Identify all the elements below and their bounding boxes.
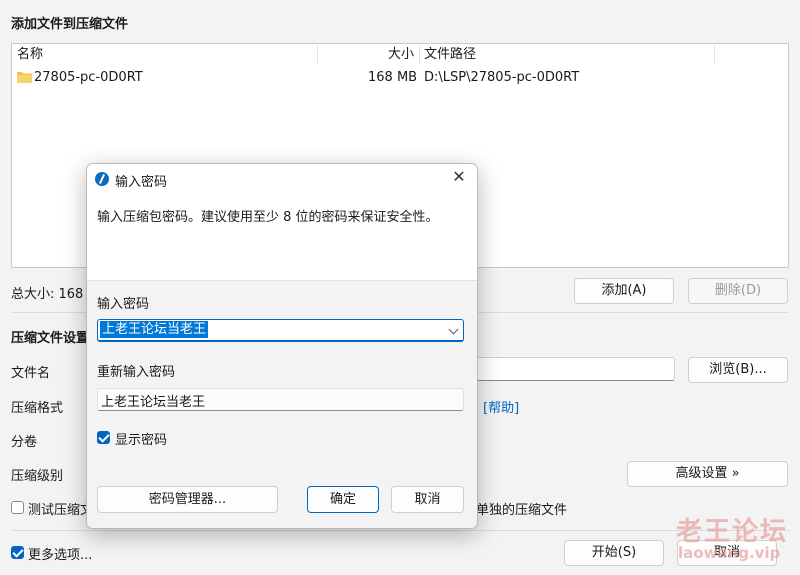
dialog-title: 输入密码 [115,175,168,190]
column-divider [419,46,420,64]
settings-title: 压缩文件设置 [11,331,90,346]
column-header-path[interactable]: 文件路径 [424,44,476,66]
filename-label: 文件名 [11,366,51,381]
more-options-checkbox[interactable] [11,546,24,559]
chevron-down-icon[interactable] [448,324,459,335]
file-path-cell: D:\LSP\27805-pc-0D0RT [424,70,580,85]
show-password-label[interactable]: 显示密码 [115,429,167,448]
column-header-size[interactable]: 大小 [388,44,414,66]
watermark-text: 老王论坛 [676,517,789,547]
dialog-cancel-button[interactable]: 取消 [391,486,464,513]
test-archive-checkbox[interactable] [11,501,24,514]
folder-icon [17,72,32,83]
show-password-checkbox[interactable] [97,431,110,444]
ok-button[interactable]: 确定 [307,486,379,513]
browse-button[interactable]: 浏览(B)... [688,357,788,383]
level-label: 压缩级别 [11,469,64,484]
password-dialog: 输入密码 ✕ 输入压缩包密码。建议使用至少 8 位的密码来保证安全性。 输入密码… [86,163,478,529]
dialog-description: 输入压缩包密码。建议使用至少 8 位的密码来保证安全性。 [97,210,439,225]
help-link[interactable]: [帮助] [483,397,519,416]
password-combobox[interactable]: 上老王论坛当老王 [97,319,464,342]
divider [11,530,789,531]
reenter-password-label: 重新输入密码 [97,365,176,380]
file-name-cell[interactable]: 27805-pc-0D0RT [34,68,143,88]
app-icon [95,172,109,186]
add-button[interactable]: 添加(A) [574,278,674,304]
column-divider [317,46,318,64]
test-archive-label: 测试压缩文 [28,503,94,518]
column-header-name[interactable]: 名称 [17,44,43,66]
password-label: 输入密码 [97,297,150,312]
file-size-cell: 168 MB [368,70,418,85]
filename-input[interactable] [470,357,675,381]
format-label: 压缩格式 [11,401,64,416]
watermark-url: laowang.vip [678,544,781,562]
delete-button[interactable]: 删除(D) [688,278,788,304]
split-label: 分卷 [11,435,38,450]
dialog-header: 输入密码 ✕ 输入压缩包密码。建议使用至少 8 位的密码来保证安全性。 [87,164,477,280]
window-title: 添加文件到压缩文件 [11,17,129,32]
reenter-password-value: 上老王论坛当老王 [101,395,206,410]
password-manager-button[interactable]: 密码管理器... [97,486,278,513]
advanced-settings-button[interactable]: 高级设置 » [627,461,788,487]
separate-archive-label: 单独的压缩文件 [476,503,568,518]
close-icon[interactable]: ✕ [451,169,467,185]
start-button[interactable]: 开始(S) [564,540,664,566]
password-value: 上老王论坛当老王 [100,321,209,338]
column-divider [714,46,715,64]
reenter-password-input[interactable]: 上老王论坛当老王 [97,388,464,411]
more-options-label[interactable]: 更多选项... [28,544,92,563]
